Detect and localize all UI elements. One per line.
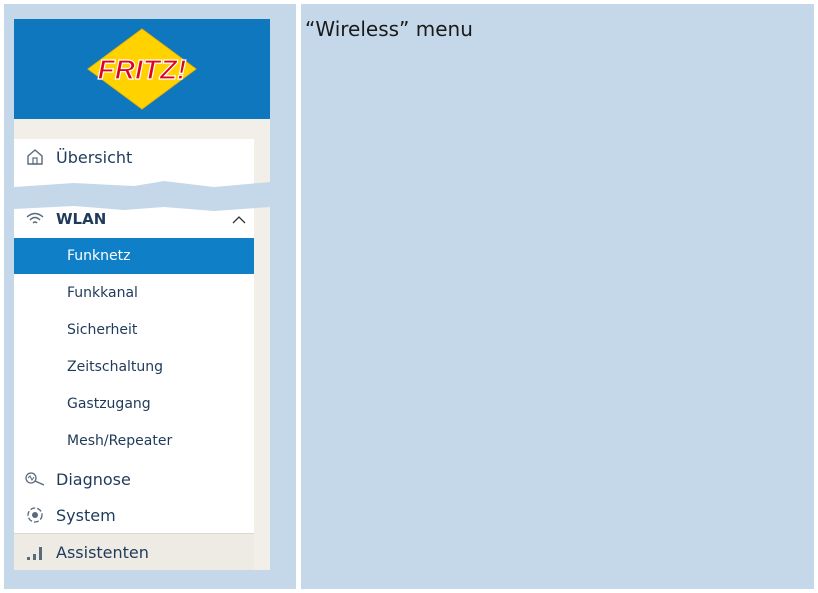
assistant-icon	[24, 542, 46, 564]
menu-item-assistants[interactable]: Assistenten	[14, 533, 254, 570]
submenu-item-funknetz[interactable]: Funknetz	[14, 238, 254, 274]
submenu-item-mesh-repeater[interactable]: Mesh/Repeater	[14, 423, 254, 459]
home-icon	[24, 146, 46, 168]
torn-edge-divider	[14, 181, 270, 211]
right-panel: “Wireless” menu	[301, 4, 814, 589]
submenu-item-sicherheit[interactable]: Sicherheit	[14, 312, 254, 348]
system-icon	[24, 504, 46, 526]
menu-item-system[interactable]: System	[14, 497, 254, 533]
menu-item-label: System	[56, 505, 116, 525]
sidebar: FRITZ! Übersicht WLAN Funknetz Funkkanal…	[14, 19, 270, 570]
logo-header: FRITZ!	[14, 19, 270, 119]
menu-item-diagnose[interactable]: Diagnose	[14, 461, 254, 497]
fritz-logo-text: FRITZ!	[98, 54, 187, 85]
submenu-item-zeitschaltung[interactable]: Zeitschaltung	[14, 349, 254, 385]
menu-item-label: Diagnose	[56, 469, 131, 489]
submenu-item-gastzugang[interactable]: Gastzugang	[14, 386, 254, 422]
menu-item-overview[interactable]: Übersicht	[14, 139, 254, 175]
caption-title: “Wireless” menu	[305, 17, 473, 41]
left-panel: FRITZ! Übersicht WLAN Funknetz Funkkanal…	[4, 4, 296, 589]
menu-item-label: Übersicht	[56, 147, 133, 167]
diagnose-icon	[24, 468, 46, 490]
fritz-logo: FRITZ!	[87, 28, 197, 110]
submenu-item-funkkanal[interactable]: Funkkanal	[14, 275, 254, 311]
menu-item-label: Assistenten	[56, 543, 149, 562]
